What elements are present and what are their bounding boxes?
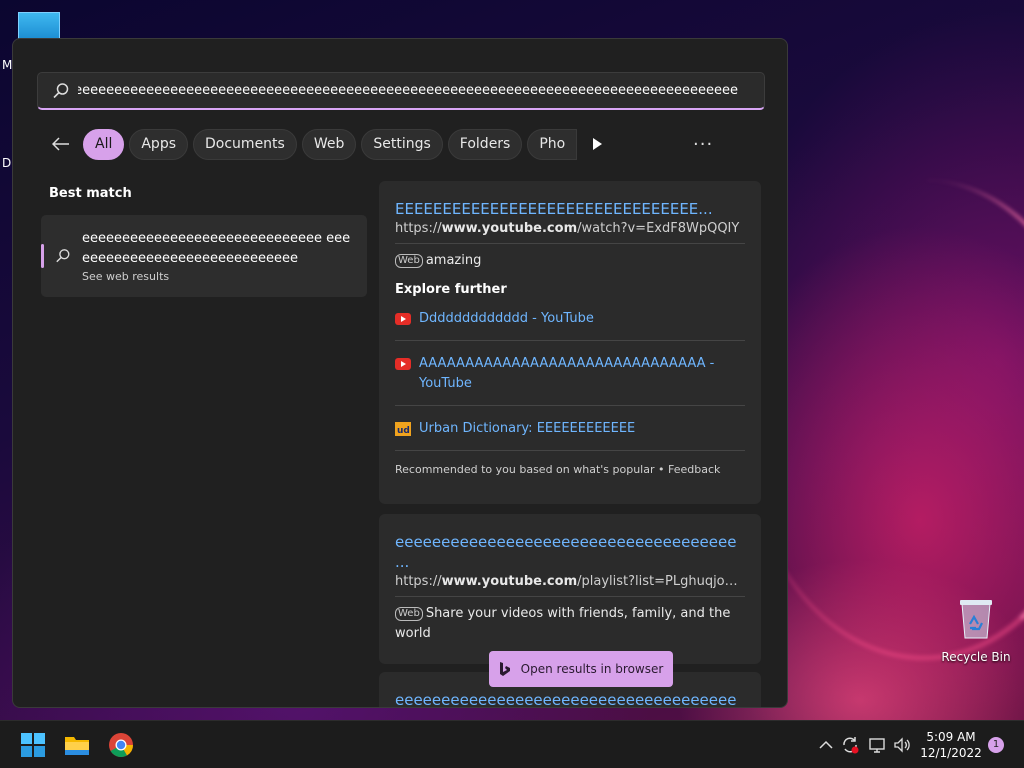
divider	[395, 340, 745, 341]
filter-bar: All Apps Documents Web Settings Folders …	[49, 127, 604, 161]
url-prefix: https://	[395, 221, 442, 236]
more-options-button[interactable]: ···	[693, 134, 713, 155]
selection-indicator	[41, 244, 44, 268]
open-results-label: Open results in browser	[520, 662, 664, 676]
web-tag-icon: Web	[395, 607, 423, 621]
snippet-text: amazing	[425, 253, 482, 268]
svg-text:ud: ud	[397, 426, 410, 436]
chevron-up-icon[interactable]	[816, 735, 836, 755]
result-url: https://www.youtube.com/playlist?list=PL…	[395, 574, 745, 589]
filter-documents[interactable]: Documents	[193, 128, 297, 160]
back-button[interactable]	[49, 132, 73, 156]
best-match-item[interactable]: eeeeeeeeeeeeeeeeeeeeeeeeeeeeee eeeeeeeee…	[41, 215, 367, 297]
divider	[395, 596, 745, 597]
chrome-icon[interactable]	[108, 732, 134, 758]
explore-item[interactable]: AAAAAAAAAAAAAAAAAAAAAAAAAAAAAAA - YouTub…	[395, 354, 745, 394]
result-title-link[interactable]: eeeeeeeeeeeeeeeeeeeeeeeeeeeeeeeeeeeee ..…	[395, 532, 745, 572]
filter-folders[interactable]: Folders	[447, 128, 523, 160]
taskbar: 5:09 AM 12/1/2022 1	[0, 720, 1024, 768]
search-input[interactable]	[78, 73, 764, 108]
explore-link[interactable]: Ddddddddddddd - YouTube	[419, 309, 594, 329]
snippet-text: Share your videos with friends, family, …	[395, 606, 731, 641]
result-title-link[interactable]: EEEEEEEEEEEEEEEEEEEEEEEEEEEEEEEE...	[395, 199, 745, 219]
notification-badge[interactable]: 1	[988, 737, 1004, 753]
best-match-heading: Best match	[49, 186, 132, 201]
recycle-bin-icon	[960, 600, 992, 639]
bing-icon	[499, 662, 510, 676]
best-match-text: eeeeeeeeeeeeeeeeeeeeeeeeeeeeee eeeeeeeee…	[82, 231, 351, 266]
url-domain: www.youtube.com	[441, 221, 578, 236]
explore-link[interactable]: AAAAAAAAAAAAAAAAAAAAAAAAAAAAAAA - YouTub…	[419, 354, 719, 394]
search-icon	[56, 249, 70, 263]
divider	[395, 405, 745, 406]
best-match-subtitle: See web results	[82, 270, 170, 283]
search-panel: All Apps Documents Web Settings Folders …	[12, 38, 788, 708]
divider	[395, 450, 745, 451]
result-title-link[interactable]: eeeeeeeeeeeeeeeeeeeeeeeeeeeeeeeeeeeee	[395, 690, 745, 707]
result-card: eeeeeeeeeeeeeeeeeeeeeeeeeeeeeeeeeeeee ..…	[379, 514, 761, 664]
web-results-pane: EEEEEEEEEEEEEEEEEEEEEEEEEEEEEEEE... http…	[379, 181, 762, 707]
recycle-bin-label: Recycle Bin	[941, 650, 1011, 664]
divider	[395, 243, 745, 244]
arrow-left-icon	[52, 137, 69, 151]
filter-settings[interactable]: Settings	[361, 128, 443, 160]
filter-all[interactable]: All	[83, 128, 125, 160]
explore-item[interactable]: Ddddddddddddd - YouTube	[395, 309, 745, 329]
search-box[interactable]	[37, 72, 765, 110]
youtube-icon	[395, 313, 411, 325]
result-snippet: Web Share your videos with friends, famil…	[395, 604, 745, 644]
system-clock[interactable]: 5:09 AM 12/1/2022	[916, 729, 986, 761]
desktop-label-fragment: M	[2, 58, 13, 72]
volume-icon[interactable]	[892, 735, 912, 755]
start-button-windows-icon[interactable]	[20, 732, 46, 758]
result-snippet: Web amazing	[395, 251, 745, 271]
recycle-bin-shortcut[interactable]: Recycle Bin	[940, 598, 1012, 664]
sync-alert-icon[interactable]	[840, 735, 860, 755]
scroll-right-icon[interactable]	[590, 137, 604, 151]
explore-link[interactable]: Urban Dictionary: EEEEEEEEEEEE	[419, 419, 635, 439]
clock-date: 12/1/2022	[920, 746, 982, 760]
file-explorer-icon[interactable]	[64, 732, 90, 758]
youtube-icon	[395, 358, 411, 370]
url-prefix: https://	[395, 574, 442, 589]
clock-time: 5:09 AM	[926, 730, 976, 744]
url-path: /watch?v=ExdF8WpQQIY	[577, 221, 740, 236]
filter-web[interactable]: Web	[301, 128, 357, 160]
web-tag-icon: Web	[395, 254, 423, 268]
explore-item[interactable]: ud Urban Dictionary: EEEEEEEEEEEE	[395, 419, 745, 439]
url-domain: www.youtube.com	[441, 574, 578, 589]
recommendation-text[interactable]: Recommended to you based on what's popul…	[395, 463, 745, 476]
open-results-in-browser-button[interactable]: Open results in browser	[489, 651, 673, 687]
filter-apps[interactable]: Apps	[129, 128, 189, 160]
network-icon[interactable]	[868, 735, 888, 755]
urban-dictionary-icon: ud	[395, 422, 411, 436]
url-path: /playlist?list=PLghuqjoGkb...	[577, 574, 745, 589]
explore-further-heading: Explore further	[395, 282, 507, 297]
result-url: https://www.youtube.com/watch?v=ExdF8WpQ…	[395, 221, 745, 236]
result-card: EEEEEEEEEEEEEEEEEEEEEEEEEEEEEEEE... http…	[379, 181, 761, 504]
search-icon	[53, 82, 69, 98]
filter-photos[interactable]: Pho	[527, 128, 578, 160]
